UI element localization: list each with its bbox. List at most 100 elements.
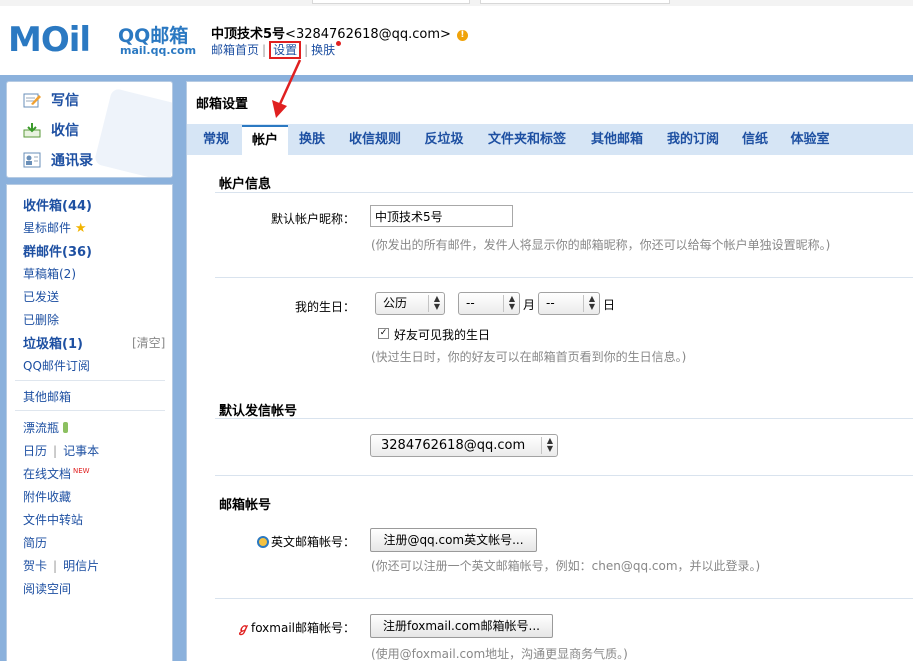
penguin-decoration xyxy=(93,87,172,177)
folder-deleted[interactable]: 已删除 xyxy=(23,311,59,328)
drift-bottle-link[interactable]: 漂流瓶 xyxy=(23,419,68,436)
star-icon: ★ xyxy=(74,221,87,236)
tab-folders-labels[interactable]: 文件夹和标签 xyxy=(479,125,575,155)
reading-space-link[interactable]: 阅读空间 xyxy=(23,580,71,597)
user-info: 中顶技术5号<3284762618@qq.com>! xyxy=(211,23,468,42)
nickname-label: 默认帐户昵称： xyxy=(270,212,355,226)
section-title-account-info: 帐户信息 xyxy=(219,177,272,192)
folder-list: 收件箱(44) 星标邮件 ★ 群邮件(36) 草稿箱(2) 已发送 已删除 垃圾… xyxy=(6,184,173,661)
tab-anti-spam[interactable]: 反垃圾 xyxy=(417,125,471,155)
pipe-separator: | xyxy=(53,444,58,458)
postcard-link[interactable]: 明信片 xyxy=(63,559,99,573)
folder-subscriptions[interactable]: QQ邮件订阅 xyxy=(23,357,90,374)
receive-button[interactable]: 收信 xyxy=(23,120,79,142)
foxmail-account-row-label: ℊ foxmail邮箱帐号： xyxy=(236,621,355,635)
compose-icon xyxy=(23,93,41,108)
settings-link[interactable]: 设置 xyxy=(269,41,302,59)
register-foxmail-account-button[interactable]: 注册foxmail.com邮箱帐号... xyxy=(370,614,553,638)
qq-mail-logo[interactable]: MOil QQ邮箱 mail.qq.com xyxy=(8,18,197,60)
nickname-hint: (你发出的所有邮件，发件人将显示你的邮箱昵称，你还可以给每个帐户单独设置昵称。) xyxy=(371,238,831,252)
foxmail-icon: ℊ xyxy=(236,621,249,635)
folder-drafts[interactable]: 草稿箱(2) xyxy=(23,265,76,282)
tab-other-mailbox[interactable]: 其他邮箱 xyxy=(583,125,651,155)
register-english-account-button[interactable]: 注册@qq.com英文帐号... xyxy=(370,528,537,552)
logo-mark: MOil xyxy=(8,20,91,60)
divider xyxy=(15,380,165,381)
link-separator: | xyxy=(262,43,267,57)
header: MOil QQ邮箱 mail.qq.com 中顶技术5号<3284762618@… xyxy=(0,0,913,75)
folder-inbox[interactable]: 收件箱(44) xyxy=(23,195,92,214)
user-nickname: 中顶技术5号 xyxy=(211,27,286,42)
mailbox-home-link[interactable]: 邮箱首页 xyxy=(211,43,259,57)
skin-link[interactable]: 换肤 xyxy=(311,43,335,57)
resume-link[interactable]: 简历 xyxy=(23,534,47,551)
folder-other-mailbox[interactable]: 其他邮箱 xyxy=(23,388,71,405)
logo-domain: mail.qq.com xyxy=(120,44,197,57)
attachments-link[interactable]: 附件收藏 xyxy=(23,488,71,505)
calendar-type-select[interactable]: 公历 ▲ ▼ xyxy=(375,292,445,315)
quick-actions-panel: 写信 收信 通讯录 xyxy=(6,81,173,178)
notepad-link[interactable]: 记事本 xyxy=(63,444,99,458)
page-title: 邮箱设置 xyxy=(196,97,249,112)
receive-icon xyxy=(23,123,41,138)
section-divider xyxy=(215,598,913,599)
calendar-link[interactable]: 日历 xyxy=(23,444,47,458)
section-divider xyxy=(215,418,913,419)
section-title-mail-accounts: 邮箱帐号 xyxy=(219,498,272,513)
spinner-arrows-icon: ▲ ▼ xyxy=(428,295,440,312)
user-email: <3284762618@qq.com> xyxy=(285,27,451,42)
birthday-label: 我的生日： xyxy=(294,300,355,314)
greeting-card-link[interactable]: 贺卡 xyxy=(23,559,47,573)
english-account-hint: (你还可以注册一个英文邮箱帐号，例如：chen@qq.com，并以此登录。) xyxy=(371,559,761,573)
cards-row: 贺卡 | 明信片 xyxy=(23,557,99,574)
calendar-notepad-row: 日历 | 记事本 xyxy=(23,442,99,459)
link-separator: | xyxy=(304,43,309,57)
birthday-visible-label: 好友可见我的生日 xyxy=(394,328,491,342)
default-sender-select[interactable]: 3284762618@qq.com ▲ ▼ xyxy=(370,434,558,457)
file-transfer-link[interactable]: 文件中转站 xyxy=(23,511,83,528)
tab-mail-rules[interactable]: 收信规则 xyxy=(340,125,410,155)
warning-icon[interactable]: ! xyxy=(456,30,468,41)
month-unit: 月 xyxy=(523,298,536,312)
tab-general[interactable]: 常规 xyxy=(195,125,237,155)
tab-stationery[interactable]: 信纸 xyxy=(735,125,775,155)
new-dot-icon xyxy=(336,41,342,46)
top-tab-left[interactable] xyxy=(312,0,470,4)
contacts-button[interactable]: 通讯录 xyxy=(23,150,93,172)
spinner-arrows-icon: ▲ ▼ xyxy=(583,295,595,312)
divider xyxy=(15,410,165,411)
spinner-arrows-icon: ▲ ▼ xyxy=(503,295,515,312)
tab-lab[interactable]: 体验室 xyxy=(783,125,837,155)
day-unit: 日 xyxy=(603,298,616,312)
birthday-hint: (快过生日时，你的好友可以在邮箱首页看到你的生日信息。) xyxy=(371,350,687,364)
birthday-visible-checkbox[interactable]: ✓ xyxy=(378,328,389,339)
folder-sent[interactable]: 已发送 xyxy=(23,288,59,305)
settings-panel: 邮箱设置 常规 帐户 换肤 收信规则 反垃圾 文件夹和标签 其他邮箱 我的订阅 … xyxy=(186,81,913,661)
foxmail-account-hint: (使用@foxmail.com地址，沟通更显商务气质。) xyxy=(371,647,628,661)
tab-skin[interactable]: 换肤 xyxy=(291,125,333,155)
english-account-row-label: 英文邮箱帐号： xyxy=(254,533,355,550)
spam-clear-link[interactable]: [清空] xyxy=(132,334,165,351)
tab-account[interactable]: 帐户 xyxy=(242,125,288,156)
nickname-input[interactable] xyxy=(370,205,513,227)
pipe-separator: | xyxy=(53,559,58,573)
top-links: 邮箱首页 | 设置 | 换肤 xyxy=(211,41,342,59)
birth-day-select[interactable]: -- ▲ ▼ xyxy=(538,292,600,315)
compose-button[interactable]: 写信 xyxy=(23,90,79,112)
folder-group[interactable]: 群邮件(36) xyxy=(23,241,92,260)
online-docs-link[interactable]: 在线文档 NEW xyxy=(23,465,90,482)
top-tab-right[interactable] xyxy=(480,0,670,4)
birth-month-select[interactable]: -- ▲ ▼ xyxy=(458,292,520,315)
tab-my-subscriptions[interactable]: 我的订阅 xyxy=(659,125,727,155)
globe-icon xyxy=(256,536,269,548)
section-divider xyxy=(215,277,913,278)
bottle-icon xyxy=(62,422,68,433)
settings-tabs: 常规 帐户 换肤 收信规则 反垃圾 文件夹和标签 其他邮箱 我的订阅 信纸 体验… xyxy=(187,124,913,156)
top-strip xyxy=(0,0,913,6)
section-divider xyxy=(215,475,913,476)
section-divider xyxy=(215,192,913,193)
new-badge: NEW xyxy=(73,467,90,475)
folder-spam[interactable]: 垃圾箱(1) xyxy=(23,333,83,352)
spinner-arrows-icon: ▲ ▼ xyxy=(541,437,553,454)
folder-starred[interactable]: 星标邮件 ★ xyxy=(23,219,87,236)
